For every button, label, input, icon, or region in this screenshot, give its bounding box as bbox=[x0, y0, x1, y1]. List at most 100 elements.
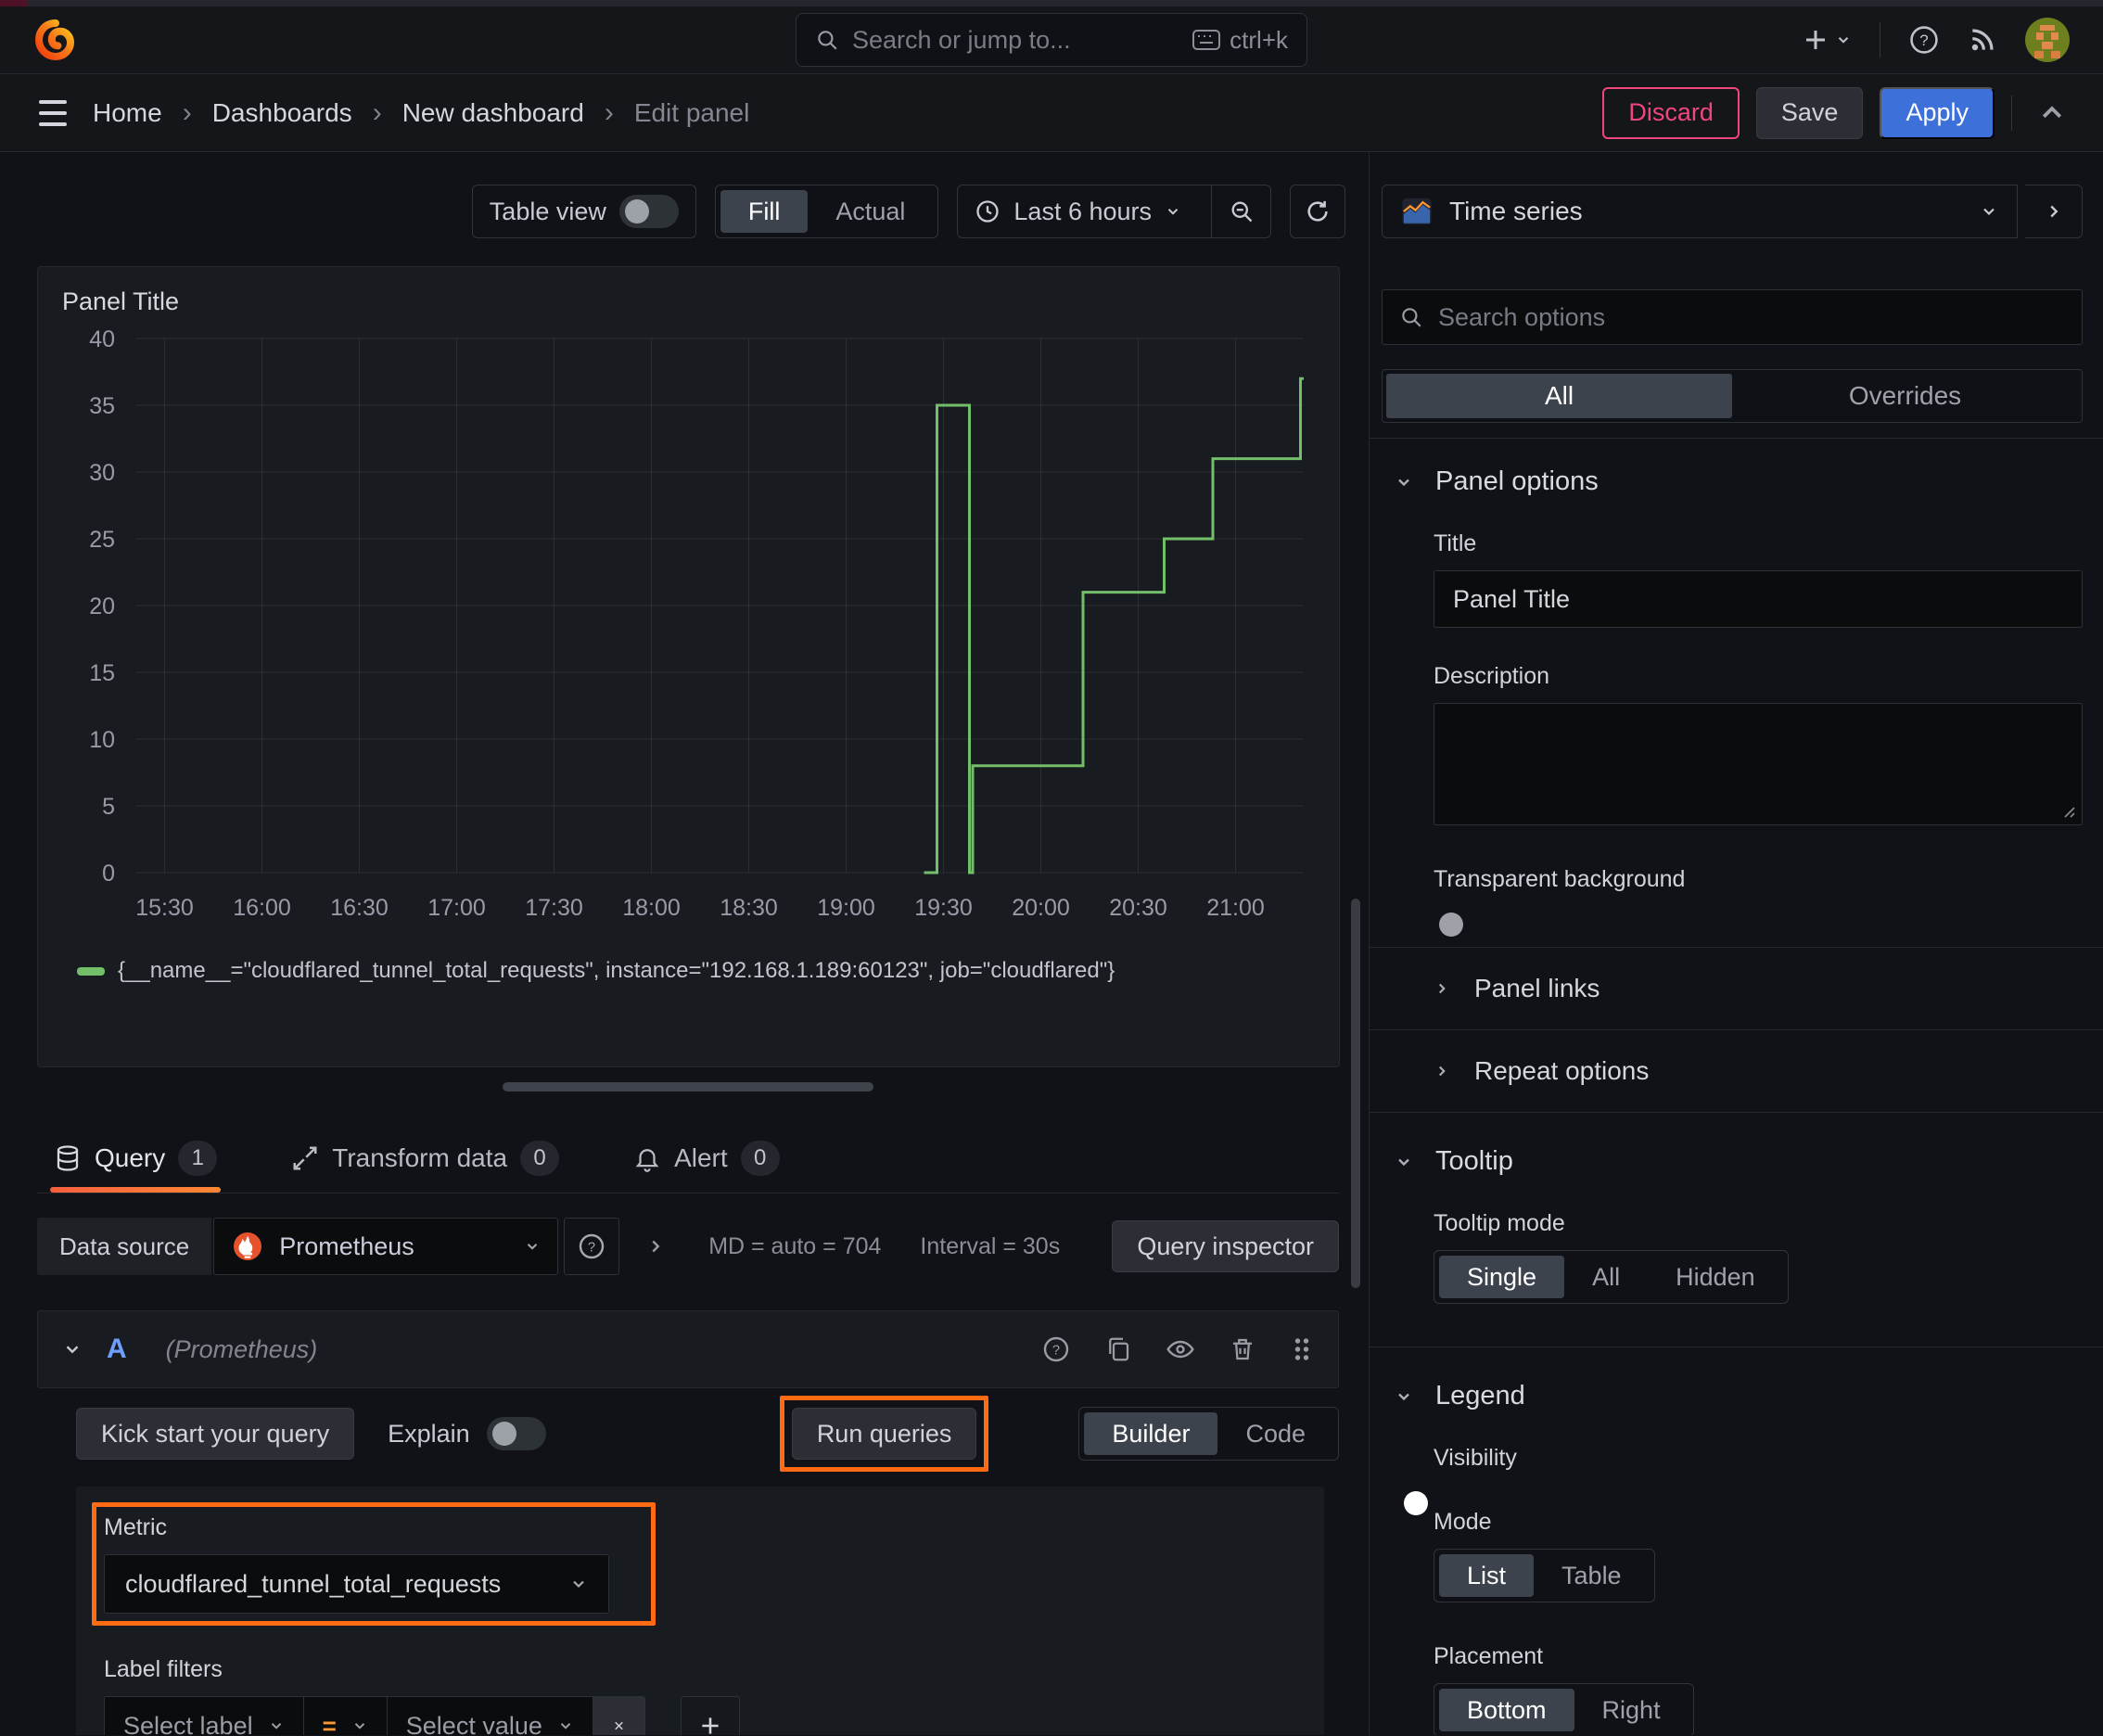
datasource-label: Data source bbox=[37, 1218, 212, 1275]
breadcrumb-separator: › bbox=[372, 96, 382, 128]
time-series-chart[interactable]: 0 5 10 15 20 25 30 35 40 15:30 16:00 16:30 17:00 17:3… bbox=[57, 316, 1322, 956]
query-row-header[interactable]: A (Prometheus) ? bbox=[37, 1310, 1339, 1388]
chevron-down-icon bbox=[527, 1244, 538, 1250]
placement-bottom-option[interactable]: Bottom bbox=[1439, 1689, 1574, 1731]
options-search-input[interactable] bbox=[1438, 302, 2065, 332]
x-tick-label: 21:00 bbox=[1206, 895, 1265, 921]
panel-title-input[interactable] bbox=[1434, 570, 2083, 628]
operator-dropdown[interactable]: = bbox=[302, 1697, 387, 1735]
breadcrumb-bar: Home › Dashboards › New dashboard › Edit… bbox=[0, 74, 2103, 152]
tooltip-section-header[interactable]: Tooltip bbox=[1382, 1113, 2083, 1182]
legend-list-option[interactable]: List bbox=[1439, 1554, 1535, 1597]
run-queries-button[interactable]: Run queries bbox=[791, 1408, 977, 1460]
select-value-placeholder: Select value bbox=[405, 1711, 542, 1736]
viz-suggestions-button[interactable] bbox=[2025, 185, 2083, 238]
tooltip-all-option[interactable]: All bbox=[1564, 1256, 1648, 1298]
help-circle-icon: ? bbox=[1043, 1336, 1069, 1362]
help-button[interactable]: ? bbox=[1908, 24, 1940, 56]
panel-preview: Panel Title 0 5 10 15 20 25 30 35 40 15:30 16:00 16… bbox=[37, 266, 1340, 1067]
placement-right-option[interactable]: Right bbox=[1574, 1689, 1689, 1731]
keyboard-icon bbox=[1192, 30, 1221, 50]
y-tick-label: 10 bbox=[89, 727, 115, 753]
breadcrumb-home[interactable]: Home bbox=[93, 98, 162, 128]
alert-count-badge: 0 bbox=[740, 1140, 780, 1176]
delete-query-button[interactable] bbox=[1229, 1335, 1256, 1363]
legend-section-header[interactable]: Legend bbox=[1382, 1347, 2083, 1417]
select-label-dropdown[interactable]: Select label bbox=[105, 1697, 303, 1735]
fill-option[interactable]: Fill bbox=[720, 190, 809, 233]
description-textarea[interactable] bbox=[1434, 703, 2083, 825]
builder-option[interactable]: Builder bbox=[1084, 1412, 1218, 1455]
tab-alert[interactable]: Alert 0 bbox=[630, 1123, 784, 1193]
svg-text:?: ? bbox=[1052, 1343, 1060, 1358]
repeat-options-section[interactable]: Repeat options bbox=[1382, 1030, 2083, 1112]
tooltip-hidden-option[interactable]: Hidden bbox=[1648, 1256, 1783, 1298]
actions-divider bbox=[2011, 95, 2012, 131]
breadcrumb-new-dashboard[interactable]: New dashboard bbox=[402, 98, 584, 128]
tab-query-label: Query bbox=[95, 1142, 166, 1172]
select-value-dropdown[interactable]: Select value bbox=[386, 1697, 593, 1736]
apply-button[interactable]: Apply bbox=[1880, 86, 1995, 139]
datasource-help-button[interactable]: ? bbox=[564, 1218, 620, 1275]
query-builder-panel: Metric cloudflared_tunnel_total_requests… bbox=[76, 1487, 1324, 1735]
database-icon bbox=[57, 1144, 79, 1171]
chevron-down-icon bbox=[271, 1723, 281, 1730]
main-scrollbar-thumb[interactable] bbox=[1351, 899, 1360, 1288]
tooltip-single-option[interactable]: Single bbox=[1439, 1256, 1565, 1298]
query-help-button[interactable]: ? bbox=[1041, 1334, 1071, 1364]
legend-series-swatch[interactable] bbox=[77, 966, 105, 976]
actual-option[interactable]: Actual bbox=[808, 190, 933, 233]
datasource-name: Prometheus bbox=[279, 1232, 414, 1260]
legend-series-label[interactable]: {__name__="cloudflared_tunnel_total_requ… bbox=[118, 958, 1115, 984]
options-tab-all[interactable]: All bbox=[1386, 374, 1732, 418]
add-filter-button[interactable] bbox=[680, 1696, 740, 1735]
toggle-query-visibility-button[interactable] bbox=[1166, 1334, 1195, 1364]
metric-select[interactable]: cloudflared_tunnel_total_requests bbox=[104, 1554, 609, 1614]
discard-button[interactable]: Discard bbox=[1602, 86, 1740, 139]
legend-table-option[interactable]: Table bbox=[1534, 1554, 1650, 1597]
datasource-picker[interactable]: Prometheus bbox=[213, 1218, 559, 1275]
options-tab-overrides[interactable]: Overrides bbox=[1732, 374, 2078, 418]
avatar-image bbox=[2025, 18, 2070, 62]
news-button[interactable] bbox=[1968, 25, 1997, 55]
time-series-viz-icon bbox=[1402, 198, 1432, 225]
panel-options-header[interactable]: Panel options bbox=[1382, 439, 2083, 503]
panel-options-pane: Time series All bbox=[1370, 152, 2103, 1735]
chevron-down-icon bbox=[1398, 1158, 1409, 1166]
table-view-toggle[interactable] bbox=[618, 195, 679, 228]
tab-query[interactable]: Query 1 bbox=[50, 1123, 222, 1193]
panel-links-section[interactable]: Panel links bbox=[1382, 948, 2083, 1029]
remove-filter-button[interactable] bbox=[592, 1697, 644, 1735]
chevron-down-icon bbox=[1167, 209, 1179, 215]
y-tick-label: 0 bbox=[102, 861, 115, 887]
pane-resize-handle[interactable] bbox=[503, 1082, 873, 1091]
global-search-input[interactable]: Search or jump to... ctrl+k bbox=[796, 13, 1307, 67]
tab-transform-data[interactable]: Transform data 0 bbox=[287, 1123, 563, 1193]
chevron-down-icon[interactable] bbox=[62, 1339, 83, 1359]
new-menu-button[interactable] bbox=[1802, 26, 1852, 54]
zoom-out-button[interactable] bbox=[1211, 185, 1270, 237]
label-filter-row: Select label = Select value bbox=[104, 1696, 1298, 1735]
duplicate-query-button[interactable] bbox=[1104, 1335, 1132, 1363]
code-option[interactable]: Code bbox=[1217, 1412, 1333, 1455]
explain-toggle[interactable] bbox=[486, 1417, 546, 1450]
kick-start-query-button[interactable]: Kick start your query bbox=[76, 1408, 355, 1460]
visualization-picker[interactable]: Time series bbox=[1382, 185, 2018, 238]
grafana-logo-icon[interactable] bbox=[33, 18, 78, 62]
metric-value: cloudflared_tunnel_total_requests bbox=[125, 1569, 502, 1598]
mega-menu-toggle[interactable] bbox=[39, 99, 67, 126]
drag-handle[interactable] bbox=[1290, 1335, 1314, 1363]
prometheus-icon bbox=[234, 1232, 262, 1260]
chevron-up-icon[interactable] bbox=[2038, 99, 2066, 127]
refresh-button[interactable] bbox=[1290, 185, 1345, 238]
chevron-right-icon[interactable] bbox=[645, 1236, 666, 1257]
time-range-button[interactable]: Last 6 hours bbox=[958, 198, 1198, 226]
save-button[interactable]: Save bbox=[1755, 86, 1864, 139]
user-avatar[interactable] bbox=[2025, 18, 2070, 62]
options-search[interactable] bbox=[1382, 289, 2083, 345]
series-line bbox=[924, 377, 1304, 874]
query-inspector-button[interactable]: Query inspector bbox=[1112, 1220, 1339, 1272]
datasource-row: Data source Prometheus ? MD = auto = 704… bbox=[37, 1218, 1339, 1275]
breadcrumb-dashboards[interactable]: Dashboards bbox=[212, 98, 352, 128]
panel-view-toolbar: Table view Fill Actual Last 6 hours bbox=[37, 185, 1345, 238]
